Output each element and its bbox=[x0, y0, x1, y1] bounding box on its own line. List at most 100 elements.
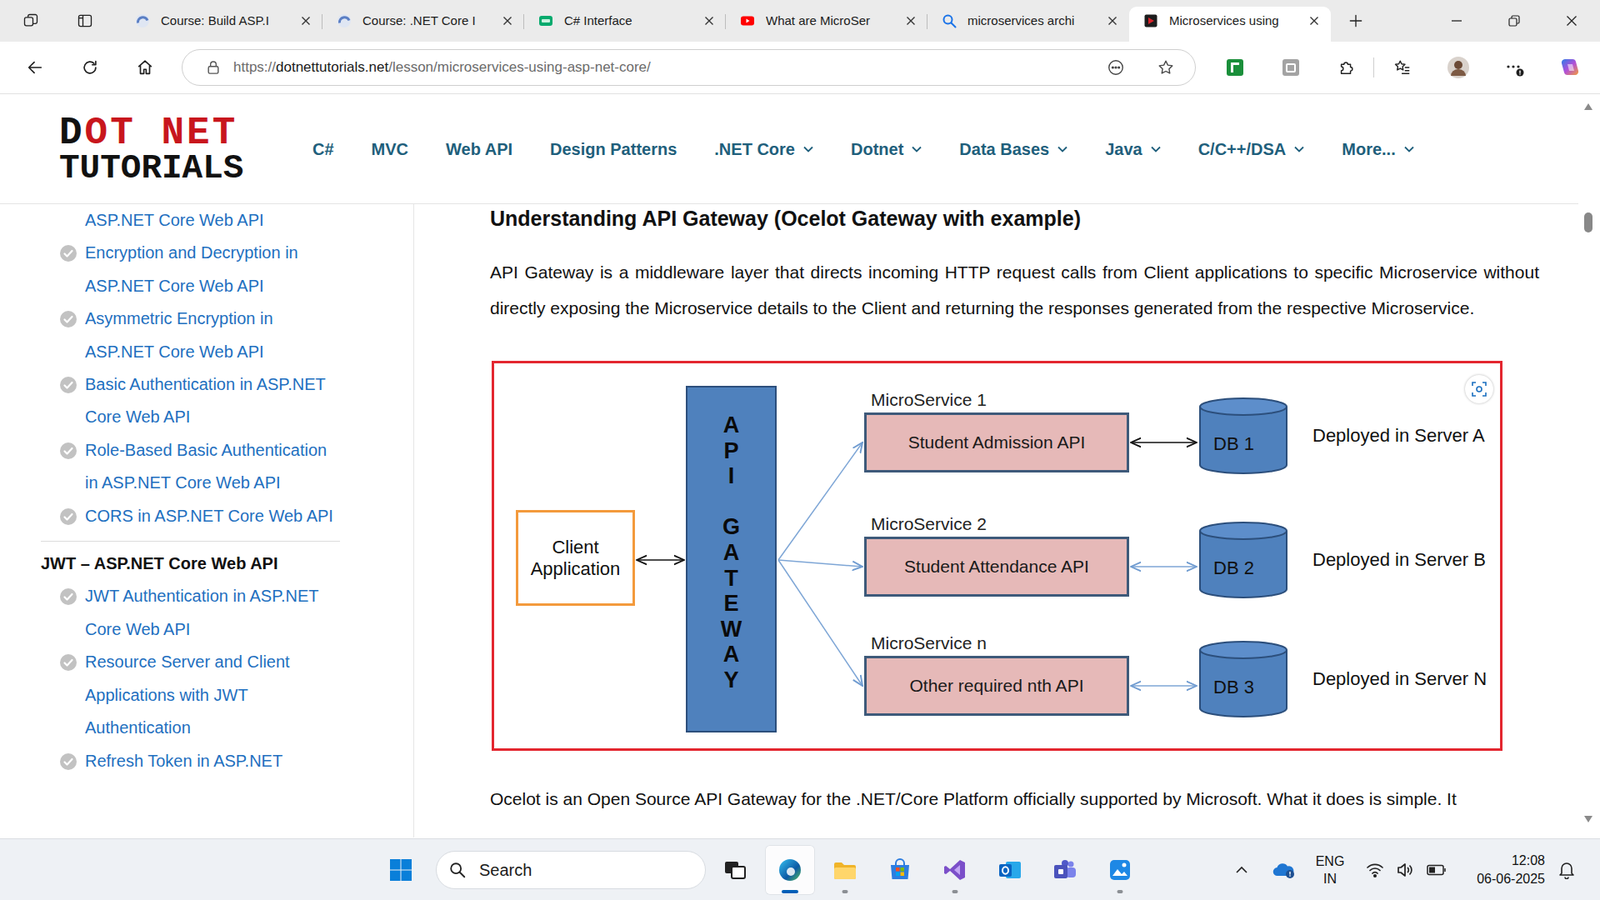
battery-icon[interactable] bbox=[1423, 856, 1450, 884]
taskbar-search[interactable]: Search bbox=[435, 850, 706, 890]
close-tab-icon[interactable] bbox=[1105, 14, 1120, 28]
microsoft-store-icon[interactable] bbox=[887, 857, 913, 883]
task-view-icon[interactable] bbox=[722, 857, 748, 883]
nav-link[interactable]: C# bbox=[312, 138, 335, 160]
lesson-link[interactable]: Resource Server and Client Applications … bbox=[85, 645, 335, 745]
browser-tab[interactable]: Course: Build ASP.I bbox=[120, 6, 323, 42]
browser-tab[interactable]: Microservices using bbox=[1129, 6, 1331, 42]
outlook-icon[interactable] bbox=[997, 857, 1023, 883]
sidebar-lesson[interactable]: Basic Authentication in ASP.NET Core Web… bbox=[0, 368, 414, 435]
lesson-link[interactable]: ASP.NET Core Web API bbox=[85, 204, 335, 237]
close-tab-icon[interactable] bbox=[299, 14, 313, 28]
show-hidden-icons-icon[interactable] bbox=[1226, 856, 1257, 884]
sidebar-lesson[interactable]: ASP.NET Core Web API bbox=[0, 204, 414, 237]
chevron-down-icon[interactable] bbox=[1057, 145, 1068, 153]
clock-date[interactable]: 06-06-2025 bbox=[1460, 870, 1545, 889]
lesson-link[interactable]: Role-Based Basic Authentication in ASP.N… bbox=[85, 434, 335, 500]
home-icon[interactable] bbox=[128, 50, 162, 85]
input-language[interactable]: ENG IN bbox=[1308, 852, 1352, 888]
workspaces-icon[interactable] bbox=[16, 6, 45, 35]
close-tab-icon[interactable] bbox=[1307, 14, 1321, 28]
nav-label[interactable]: More... bbox=[1341, 138, 1395, 160]
section-title[interactable]: JWT – ASP.NET Core Web API bbox=[0, 547, 414, 580]
search-icon[interactable] bbox=[448, 860, 467, 880]
url-path[interactable]: /lesson/microservices-using-asp-net-core… bbox=[388, 59, 651, 75]
browser-tab[interactable]: microservices archi bbox=[927, 6, 1130, 42]
logo-line[interactable]: TUTORIALS bbox=[59, 152, 249, 185]
chevron-down-icon[interactable] bbox=[1404, 145, 1415, 153]
clock-time[interactable]: 12:08 bbox=[1460, 851, 1545, 870]
tab-title[interactable]: Course: .NET Core I bbox=[362, 12, 495, 30]
lesson-link[interactable]: JWT Authentication in ASP.NET Core Web A… bbox=[85, 580, 335, 646]
nav-label[interactable]: C# bbox=[312, 138, 335, 160]
tab-title[interactable]: microservices archi bbox=[967, 12, 1100, 30]
region-code[interactable]: IN bbox=[1308, 870, 1352, 888]
nav-link[interactable]: C/C++/DSA bbox=[1198, 138, 1305, 160]
url-host[interactable]: dotnettutorials.net bbox=[275, 59, 389, 75]
volume-icon[interactable] bbox=[1391, 856, 1419, 884]
sidebar-lesson[interactable]: Resource Server and Client Applications … bbox=[0, 645, 414, 745]
scroll-up-icon[interactable] bbox=[1583, 102, 1594, 111]
nav-link[interactable]: Design Patterns bbox=[550, 138, 677, 160]
nav-label[interactable]: MVC bbox=[371, 138, 409, 160]
sidebar-lesson[interactable]: JWT Authentication in ASP.NET Core Web A… bbox=[0, 580, 414, 646]
close-window-icon[interactable] bbox=[1542, 0, 1600, 42]
sidebar-lesson[interactable]: CORS in ASP.NET Core Web API bbox=[0, 500, 414, 533]
extensions-icon[interactable] bbox=[1330, 50, 1364, 85]
nav-label[interactable]: Data Bases bbox=[959, 138, 1050, 160]
close-tab-icon[interactable] bbox=[904, 14, 918, 28]
profile-avatar-icon[interactable] bbox=[1441, 50, 1475, 85]
onedrive-icon[interactable] bbox=[1266, 856, 1300, 884]
nav-label[interactable]: Java bbox=[1105, 138, 1143, 160]
site-logo[interactable]: DOT NET TUTORIALS bbox=[59, 114, 249, 185]
favorite-star-icon[interactable] bbox=[1151, 53, 1180, 82]
minimize-icon[interactable] bbox=[1427, 0, 1485, 42]
browser-tab[interactable]: What are MicroSer bbox=[725, 6, 928, 42]
restore-icon[interactable] bbox=[1485, 0, 1543, 42]
nav-label[interactable]: .NET Core bbox=[714, 138, 795, 160]
lesson-link[interactable]: CORS in ASP.NET Core Web API bbox=[85, 500, 335, 533]
close-tab-icon[interactable] bbox=[500, 14, 515, 28]
lesson-link[interactable]: Asymmetric Encryption in ASP.NET Core We… bbox=[85, 302, 335, 369]
lesson-link[interactable]: Basic Authentication in ASP.NET Core Web… bbox=[85, 368, 335, 435]
url-scheme[interactable]: https:// bbox=[233, 59, 276, 75]
taskbar-app[interactable] bbox=[820, 845, 870, 895]
taskbar-app[interactable] bbox=[930, 845, 980, 895]
wifi-icon[interactable] bbox=[1361, 856, 1389, 884]
back-icon[interactable] bbox=[18, 50, 52, 85]
start-icon[interactable] bbox=[375, 845, 426, 895]
green-extension-icon[interactable] bbox=[1218, 50, 1252, 85]
taskbar-app[interactable] bbox=[875, 845, 925, 895]
nav-label[interactable]: Design Patterns bbox=[550, 138, 677, 160]
settings-more-icon[interactable] bbox=[1497, 50, 1531, 85]
lock-icon[interactable] bbox=[205, 59, 222, 76]
language-code[interactable]: ENG bbox=[1308, 852, 1352, 870]
refresh-icon[interactable] bbox=[73, 50, 107, 85]
tab-title[interactable]: C# Interface bbox=[564, 12, 696, 30]
close-tab-icon[interactable] bbox=[702, 14, 716, 28]
url-text[interactable]: https://dotnettutorials.net/lesson/micro… bbox=[233, 58, 1080, 77]
visual-studio-icon[interactable] bbox=[942, 857, 968, 883]
vertical-tabs-icon[interactable] bbox=[70, 6, 100, 35]
nav-link[interactable]: Java bbox=[1105, 138, 1161, 160]
sidebar-lesson[interactable]: Encryption and Decryption in ASP.NET Cor… bbox=[0, 236, 414, 303]
nav-label[interactable]: Dotnet bbox=[850, 138, 904, 160]
nav-link[interactable]: MVC bbox=[371, 138, 409, 160]
taskbar-app[interactable] bbox=[1040, 845, 1090, 895]
logo-line[interactable]: DOT NET bbox=[59, 114, 249, 153]
lesson-link[interactable]: Encryption and Decryption in ASP.NET Cor… bbox=[85, 236, 335, 303]
taskbar-app[interactable] bbox=[985, 845, 1035, 895]
chevron-down-icon[interactable] bbox=[1150, 145, 1161, 153]
scroll-thumb[interactable] bbox=[1584, 212, 1593, 233]
chevron-down-icon[interactable] bbox=[803, 145, 814, 153]
search-label[interactable]: Search bbox=[479, 860, 532, 880]
nav-link[interactable]: .NET Core bbox=[714, 138, 814, 160]
scroll-down-icon[interactable] bbox=[1583, 815, 1594, 824]
teams-icon[interactable] bbox=[1052, 857, 1078, 883]
tab-title[interactable]: Course: Build ASP.I bbox=[160, 12, 293, 30]
taskbar-app[interactable] bbox=[710, 845, 760, 895]
browser-tab[interactable]: C# Interface bbox=[524, 6, 726, 42]
browser-tab[interactable]: Course: .NET Core I bbox=[322, 6, 525, 42]
copilot-icon[interactable] bbox=[1553, 50, 1587, 85]
favorites-icon[interactable] bbox=[1385, 50, 1420, 85]
